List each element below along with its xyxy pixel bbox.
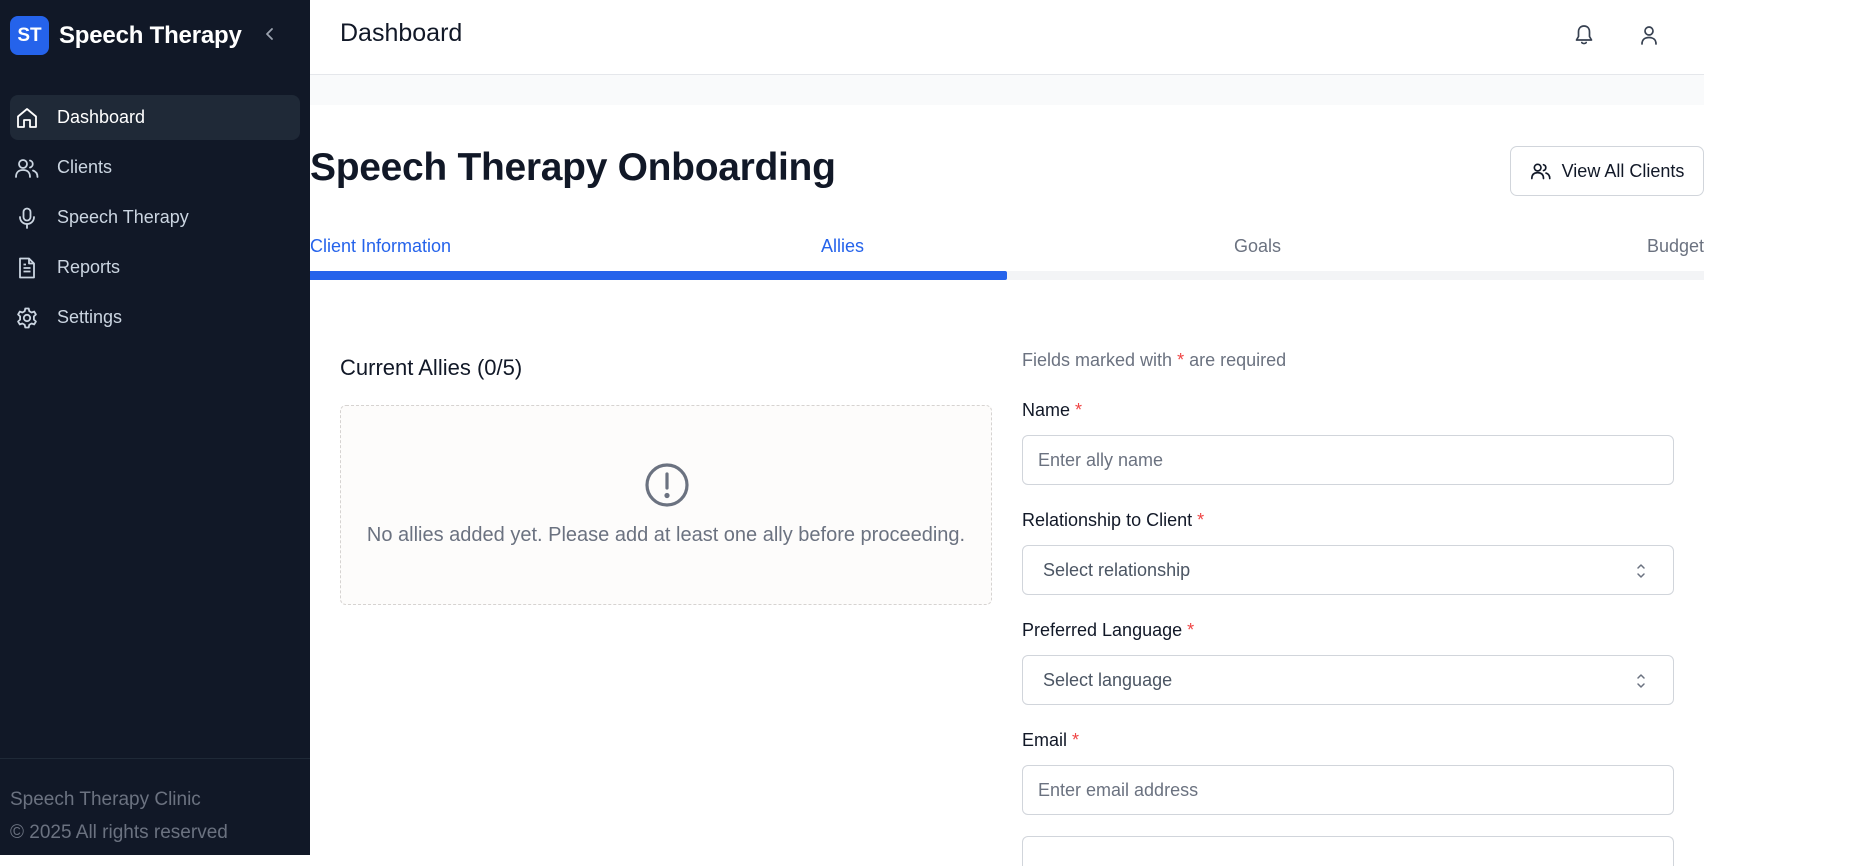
bell-icon	[1575, 25, 1593, 45]
email-input[interactable]	[1022, 765, 1674, 815]
sidebar-item-label: Settings	[57, 307, 123, 327]
sidebar-footer: Speech Therapy Clinic © 2025 All rights …	[0, 758, 310, 855]
copyright: © 2025 All rights reserved	[10, 822, 228, 843]
top-header: Dashboard	[310, 0, 1704, 75]
content-top-band	[310, 75, 1704, 105]
sidebar-nav: Dashboard Clients Speech Therapy Reports…	[0, 95, 310, 345]
allies-empty-message: No allies added yet. Please add at least…	[366, 524, 966, 546]
brand[interactable]: ST Speech Therapy	[10, 16, 242, 55]
ally-form: Fields marked with * are required Name *…	[1022, 350, 1674, 866]
ally-name-input[interactable]	[1022, 435, 1674, 485]
view-all-clients-label: View All Clients	[1561, 160, 1685, 181]
users-icon	[14, 155, 40, 181]
sidebar-item-label: Speech Therapy	[57, 207, 189, 227]
step-budget[interactable]: Budget	[1647, 236, 1704, 257]
current-allies-heading: Current Allies (0/5)	[340, 355, 523, 380]
name-label: Name *	[1022, 400, 1083, 420]
collapse-sidebar-button[interactable]	[258, 22, 282, 46]
sidebar-item-settings[interactable]: Settings	[10, 295, 300, 340]
language-select[interactable]: Select language	[1022, 655, 1674, 705]
step-goals[interactable]: Goals	[1234, 236, 1281, 257]
gear-icon	[14, 305, 40, 331]
right-margin	[1704, 0, 1876, 855]
sidebar: ST Speech Therapy Dashboard Clients Spee…	[0, 0, 310, 855]
users-icon	[1530, 161, 1552, 181]
user-icon	[1641, 26, 1657, 45]
sidebar-item-clients[interactable]: Clients	[10, 145, 300, 190]
view-all-clients-button[interactable]: View All Clients	[1510, 146, 1704, 196]
chevron-left-icon	[266, 28, 273, 40]
language-select-value: Select language	[1043, 669, 1173, 690]
sidebar-item-label: Reports	[57, 257, 121, 277]
user-menu-button[interactable]	[1636, 22, 1662, 48]
brand-title: Speech Therapy	[59, 21, 242, 49]
document-icon	[14, 255, 40, 281]
next-field-partial[interactable]	[1022, 836, 1674, 866]
alert-circle-icon	[645, 463, 689, 507]
onboarding-progress-bar	[310, 271, 1704, 280]
required-fields-note: Fields marked with * are required	[1022, 350, 1287, 370]
relationship-select-value: Select relationship	[1043, 559, 1191, 580]
onboarding-progress-fill	[310, 271, 1007, 280]
onboarding-steps: Client Information Allies Goals Budget	[310, 236, 1704, 266]
sidebar-item-speech-therapy[interactable]: Speech Therapy	[10, 195, 300, 240]
chevron-up-down-icon	[1637, 674, 1645, 688]
relationship-label: Relationship to Client *	[1022, 510, 1205, 530]
clinic-name: Speech Therapy Clinic	[10, 789, 201, 810]
email-label: Email *	[1022, 730, 1080, 750]
relationship-select[interactable]: Select relationship	[1022, 545, 1674, 595]
step-allies[interactable]: Allies	[821, 236, 864, 257]
page-title: Speech Therapy Onboarding	[310, 146, 836, 189]
brand-logo: ST	[10, 16, 49, 55]
sidebar-item-label: Dashboard	[57, 107, 146, 127]
step-client-information[interactable]: Client Information	[310, 236, 451, 257]
notifications-button[interactable]	[1571, 22, 1597, 48]
sidebar-item-label: Clients	[57, 157, 113, 177]
sidebar-item-dashboard[interactable]: Dashboard	[10, 95, 300, 140]
microphone-icon	[14, 205, 40, 231]
home-icon	[14, 105, 40, 131]
sidebar-item-reports[interactable]: Reports	[10, 245, 300, 290]
allies-empty-state: No allies added yet. Please add at least…	[340, 405, 992, 605]
header-title: Dashboard	[340, 19, 463, 47]
chevron-up-down-icon	[1637, 564, 1645, 578]
language-label: Preferred Language *	[1022, 620, 1195, 640]
